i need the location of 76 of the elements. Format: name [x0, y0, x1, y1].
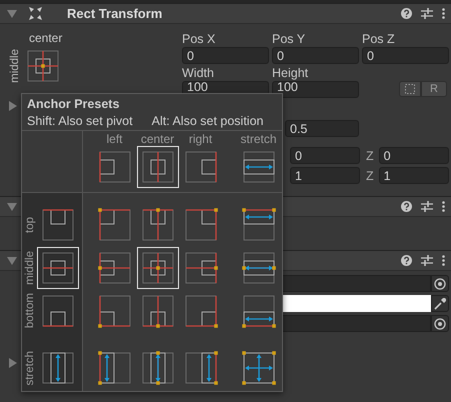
field-label: Pos Z: [362, 31, 396, 47]
axis-label: Z: [366, 168, 374, 184]
column-label: stretch: [240, 132, 276, 146]
field-label: Width: [182, 65, 215, 81]
number-field[interactable]: 0: [182, 47, 269, 64]
number-field[interactable]: 100: [272, 81, 359, 98]
column-label: left: [106, 132, 122, 146]
anchor-icon: [41, 294, 75, 328]
anchor-icon: [41, 208, 75, 242]
anchor-icon: [98, 208, 132, 242]
anchor-icon: [98, 351, 132, 385]
help-icon[interactable]: [401, 255, 412, 266]
column-label: center: [140, 132, 174, 146]
caret-down-icon[interactable]: [7, 202, 17, 210]
more-icon[interactable]: [442, 255, 445, 266]
caret-right-icon[interactable]: [9, 358, 17, 368]
number-field[interactable]: 1: [378, 167, 449, 184]
field-label: Pos X: [182, 31, 216, 47]
hint-text: Shift: Also set pivot: [27, 114, 133, 129]
eyedropper-icon[interactable]: [434, 298, 446, 310]
row-label: stretch: [24, 350, 36, 386]
axis-label: Z: [366, 148, 374, 164]
anchor-icon: [242, 294, 276, 328]
row-label: top: [24, 216, 36, 232]
more-icon[interactable]: [442, 8, 445, 19]
blueprint-icon: [405, 84, 415, 94]
hint-text: Alt: Also set position: [152, 114, 264, 129]
anchor-icon: [140, 294, 174, 328]
row-label: bottom: [24, 292, 36, 328]
anchor-icon: [184, 208, 218, 242]
object-picker-icon[interactable]: [434, 278, 446, 290]
settings-icon[interactable]: [421, 255, 433, 266]
move-arrows-icon: [29, 7, 42, 20]
column-label: right: [188, 132, 212, 146]
anchor-icon: [140, 250, 174, 284]
field-label: Pos Y: [272, 31, 306, 47]
number-field[interactable]: 0.5: [285, 120, 359, 137]
popup-title: Anchor Presets: [27, 97, 120, 112]
anchor-icon: [41, 250, 75, 284]
anchor-icon: [41, 351, 75, 385]
caret-down-icon[interactable]: [7, 256, 17, 264]
number-field[interactable]: 0: [272, 47, 359, 64]
number-field[interactable]: 1: [290, 167, 360, 184]
anchor-icon: [184, 250, 218, 284]
anchor-icon: [242, 351, 276, 385]
settings-icon[interactable]: [421, 8, 433, 19]
anchor-vertical-label: middle: [9, 49, 21, 83]
anchor-icon: [242, 150, 276, 184]
anchor-icon: [98, 294, 132, 328]
anchor-preset-button[interactable]: [26, 49, 60, 83]
anchor-horizontal-label: center: [29, 30, 62, 46]
anchor-icon: [98, 150, 132, 184]
help-icon[interactable]: [401, 8, 412, 19]
anchor-icon: [242, 208, 276, 242]
number-field[interactable]: 0: [378, 147, 449, 164]
object-picker-icon[interactable]: [434, 318, 446, 330]
anchor-icon: [242, 250, 276, 284]
component-title: Rect Transform: [67, 4, 162, 23]
field-label: Height: [272, 65, 310, 81]
more-icon[interactable]: [442, 201, 445, 212]
help-icon[interactable]: [401, 201, 412, 212]
anchor-icon: [184, 150, 218, 184]
anchor-icon: [184, 294, 218, 328]
number-field[interactable]: 0: [362, 47, 449, 64]
anchor-icon: [26, 49, 60, 83]
row-label: middle: [24, 250, 36, 284]
caret-down-icon[interactable]: [7, 10, 17, 18]
anchor-icon: [140, 351, 174, 385]
caret-right-icon[interactable]: [9, 101, 17, 111]
settings-icon[interactable]: [421, 201, 433, 212]
number-field[interactable]: 0: [290, 147, 360, 164]
blueprint-mode-button[interactable]: [399, 81, 421, 97]
anchor-icon: [98, 250, 132, 284]
anchor-icon: [184, 351, 218, 385]
anchor-icon: [140, 208, 174, 242]
anchor-icon: [140, 150, 174, 184]
